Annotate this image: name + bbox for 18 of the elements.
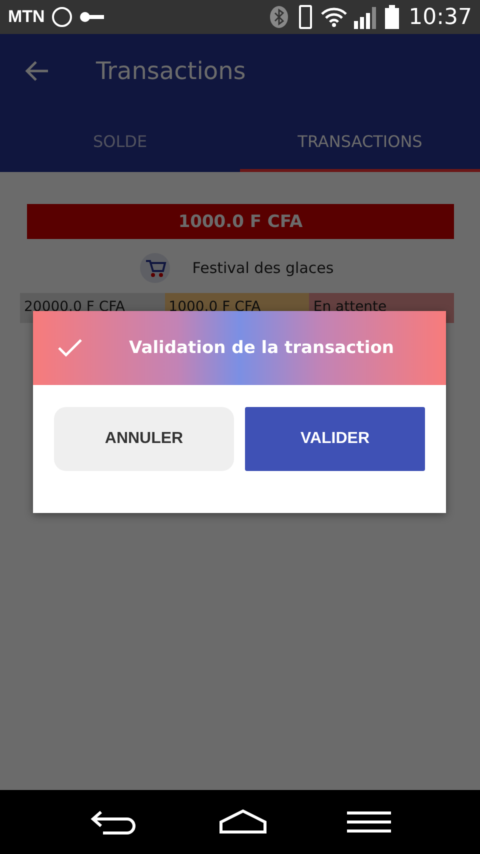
wifi-icon <box>320 6 347 28</box>
signal-icon <box>352 5 379 29</box>
confirm-button[interactable]: VALIDER <box>245 407 425 471</box>
battery-icon <box>384 5 399 29</box>
screen-title: Transactions <box>96 57 246 85</box>
amount-banner: 1000.0 F CFA <box>27 204 454 239</box>
back-arrow-icon[interactable] <box>24 60 50 82</box>
cancel-button[interactable]: ANNULER <box>54 407 234 471</box>
check-icon <box>57 338 83 358</box>
clock-time: 10:37 <box>408 4 472 30</box>
dialog-title: Validation de la transaction <box>129 338 394 358</box>
home-icon[interactable] <box>218 808 268 836</box>
carrier-name: MTN <box>8 7 45 27</box>
menu-icon[interactable] <box>346 810 391 834</box>
merchant-name: Festival des glaces <box>192 259 334 277</box>
shopping-cart-icon <box>140 253 170 283</box>
key-icon <box>78 10 105 24</box>
bluetooth-icon <box>268 5 289 29</box>
